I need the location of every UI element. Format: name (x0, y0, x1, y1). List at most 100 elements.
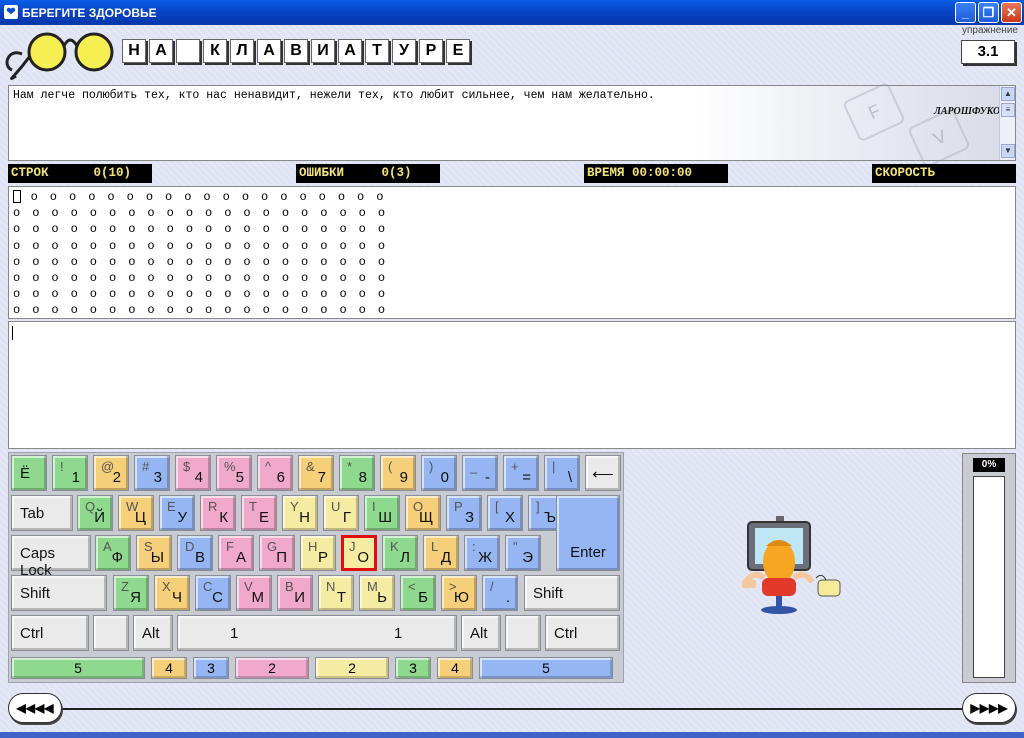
key-4[interactable]: $4 (175, 455, 211, 491)
key-main-label: 9 (399, 469, 408, 486)
typing-input-area[interactable] (8, 321, 1016, 449)
key-shift-label: # (142, 459, 150, 474)
sample-scrollbar[interactable]: ▲ ≡ ▼ (999, 86, 1015, 160)
ctrl-left-key[interactable]: Ctrl (11, 615, 89, 651)
pattern-row: о о о о о о о о о о о о о о о о о о о о (13, 303, 388, 318)
progress-bar (973, 476, 1005, 678)
key-main-label: Shift (533, 585, 564, 602)
finger-zone-3: 3 (193, 657, 229, 679)
key-main-label: Ч (172, 589, 182, 606)
key-Д[interactable]: LД (423, 535, 459, 571)
key-shift-label: Z (121, 579, 129, 594)
key-В[interactable]: DВ (177, 535, 213, 571)
key-У[interactable]: EУ (159, 495, 195, 531)
key-9[interactable]: (9 (380, 455, 416, 491)
win-left-key[interactable] (93, 615, 129, 651)
key--[interactable]: _ - (462, 455, 498, 491)
key-3[interactable]: #3 (134, 455, 170, 491)
key-main-label: 2 (112, 469, 121, 486)
prev-exercise-button[interactable]: ◀◀◀◀ (8, 693, 62, 723)
key-Л[interactable]: KЛ (382, 535, 418, 571)
key-З[interactable]: PЗ (446, 495, 482, 531)
key-main-label: 1 (230, 625, 239, 642)
key-shift-label: [ (495, 499, 499, 514)
key-shift-label: L (431, 539, 439, 554)
key-М[interactable]: VМ (236, 575, 272, 611)
key-Э[interactable]: " Э (505, 535, 541, 571)
app-icon: ❤ (4, 5, 18, 19)
next-exercise-button[interactable]: ▶▶▶▶ (962, 693, 1016, 723)
key-Т[interactable]: NТ (318, 575, 354, 611)
key-Я[interactable]: ZЯ (113, 575, 149, 611)
key-Ц[interactable]: WЦ (118, 495, 154, 531)
key-7[interactable]: & 7 (298, 455, 334, 491)
scroll-down-icon[interactable]: ▼ (1001, 144, 1015, 158)
key-Ф[interactable]: AФ (95, 535, 131, 571)
key-main-label: Э (522, 549, 533, 566)
key-Ч[interactable]: XЧ (154, 575, 190, 611)
key-=[interactable]: + = (503, 455, 539, 491)
close-button[interactable]: ✕ (1001, 2, 1022, 23)
key-main-label: Caps Lock (20, 545, 56, 579)
key-.[interactable]: /. (482, 575, 518, 611)
progress-percent: 0% (973, 458, 1005, 472)
key-Ю[interactable]: > Ю (441, 575, 477, 611)
key-6[interactable]: ^ 6 (257, 455, 293, 491)
space-key[interactable]: 11 (177, 615, 457, 651)
key-Г[interactable]: UГ (323, 495, 359, 531)
key-main-label: М (251, 589, 265, 606)
key-Х[interactable]: [Х (487, 495, 523, 531)
tab-key[interactable]: Tab (11, 495, 73, 531)
key-П[interactable]: GП (259, 535, 295, 571)
maximize-button[interactable]: ❐ (978, 2, 999, 23)
key-shift-label: * (347, 459, 353, 474)
key-А[interactable]: FА (218, 535, 254, 571)
backspace-key[interactable]: ⟵ (585, 455, 621, 491)
key-Ё[interactable]: Ё (11, 455, 47, 491)
key-1[interactable]: ! 1 (52, 455, 88, 491)
key-К[interactable]: RК (200, 495, 236, 531)
pattern-row: о о о о о о о о о о о о о о о о о о о (13, 189, 387, 205)
key-backslash[interactable]: | \ (544, 455, 580, 491)
key-main-label: З (464, 509, 474, 526)
scroll-up-icon[interactable]: ▲ (1001, 87, 1015, 101)
key-Ж[interactable]: :Ж (464, 535, 500, 571)
key-Й[interactable]: QЙ (77, 495, 113, 531)
key-0[interactable]: ) 0 (421, 455, 457, 491)
enter-key[interactable]: Enter (556, 495, 620, 571)
key-Ш[interactable]: IШ (364, 495, 400, 531)
key-8[interactable]: * 8 (339, 455, 375, 491)
key-main-label: 0 (440, 469, 449, 486)
key-main-label: И (294, 589, 305, 606)
caps-lock-key[interactable]: Caps Lock (11, 535, 91, 579)
key-И[interactable]: BИ (277, 575, 313, 611)
title-letter: У (392, 39, 416, 63)
key-Ь[interactable]: MЬ (359, 575, 395, 611)
key-Щ[interactable]: OЩ (405, 495, 441, 531)
win-right-key[interactable] (505, 615, 541, 651)
key-5[interactable]: % 5 (216, 455, 252, 491)
key-Е[interactable]: TЕ (241, 495, 277, 531)
key-Р[interactable]: HР (300, 535, 336, 571)
key-С[interactable]: CС (195, 575, 231, 611)
key-shift-label: K (390, 539, 399, 554)
scroll-thumb[interactable]: ≡ (1001, 103, 1015, 117)
shift-left-key[interactable]: Shift (11, 575, 107, 611)
ctrl-right-key[interactable]: Ctrl (545, 615, 620, 651)
key-Ы[interactable]: SЫ (136, 535, 172, 571)
key-shift-label: : (472, 539, 476, 554)
shift-right-key[interactable]: Shift (524, 575, 620, 611)
alt-right-key[interactable]: Alt (461, 615, 501, 651)
finger-zone-5: 5 (479, 657, 613, 679)
title-bar[interactable]: ❤ БЕРЕГИТЕ ЗДОРОВЬЕ _ ❐ ✕ (0, 0, 1024, 25)
key-main-label: Ctrl (554, 625, 578, 642)
title-letter: А (338, 39, 362, 63)
key-main-label: Alt (142, 625, 160, 642)
key-Б[interactable]: < Б (400, 575, 436, 611)
minimize-button[interactable]: _ (955, 2, 976, 23)
key-О[interactable]: JО (341, 535, 377, 571)
alt-left-key[interactable]: Alt (133, 615, 173, 651)
key-shift-label: D (185, 539, 195, 554)
key-Н[interactable]: YН (282, 495, 318, 531)
key-2[interactable]: @2 (93, 455, 129, 491)
